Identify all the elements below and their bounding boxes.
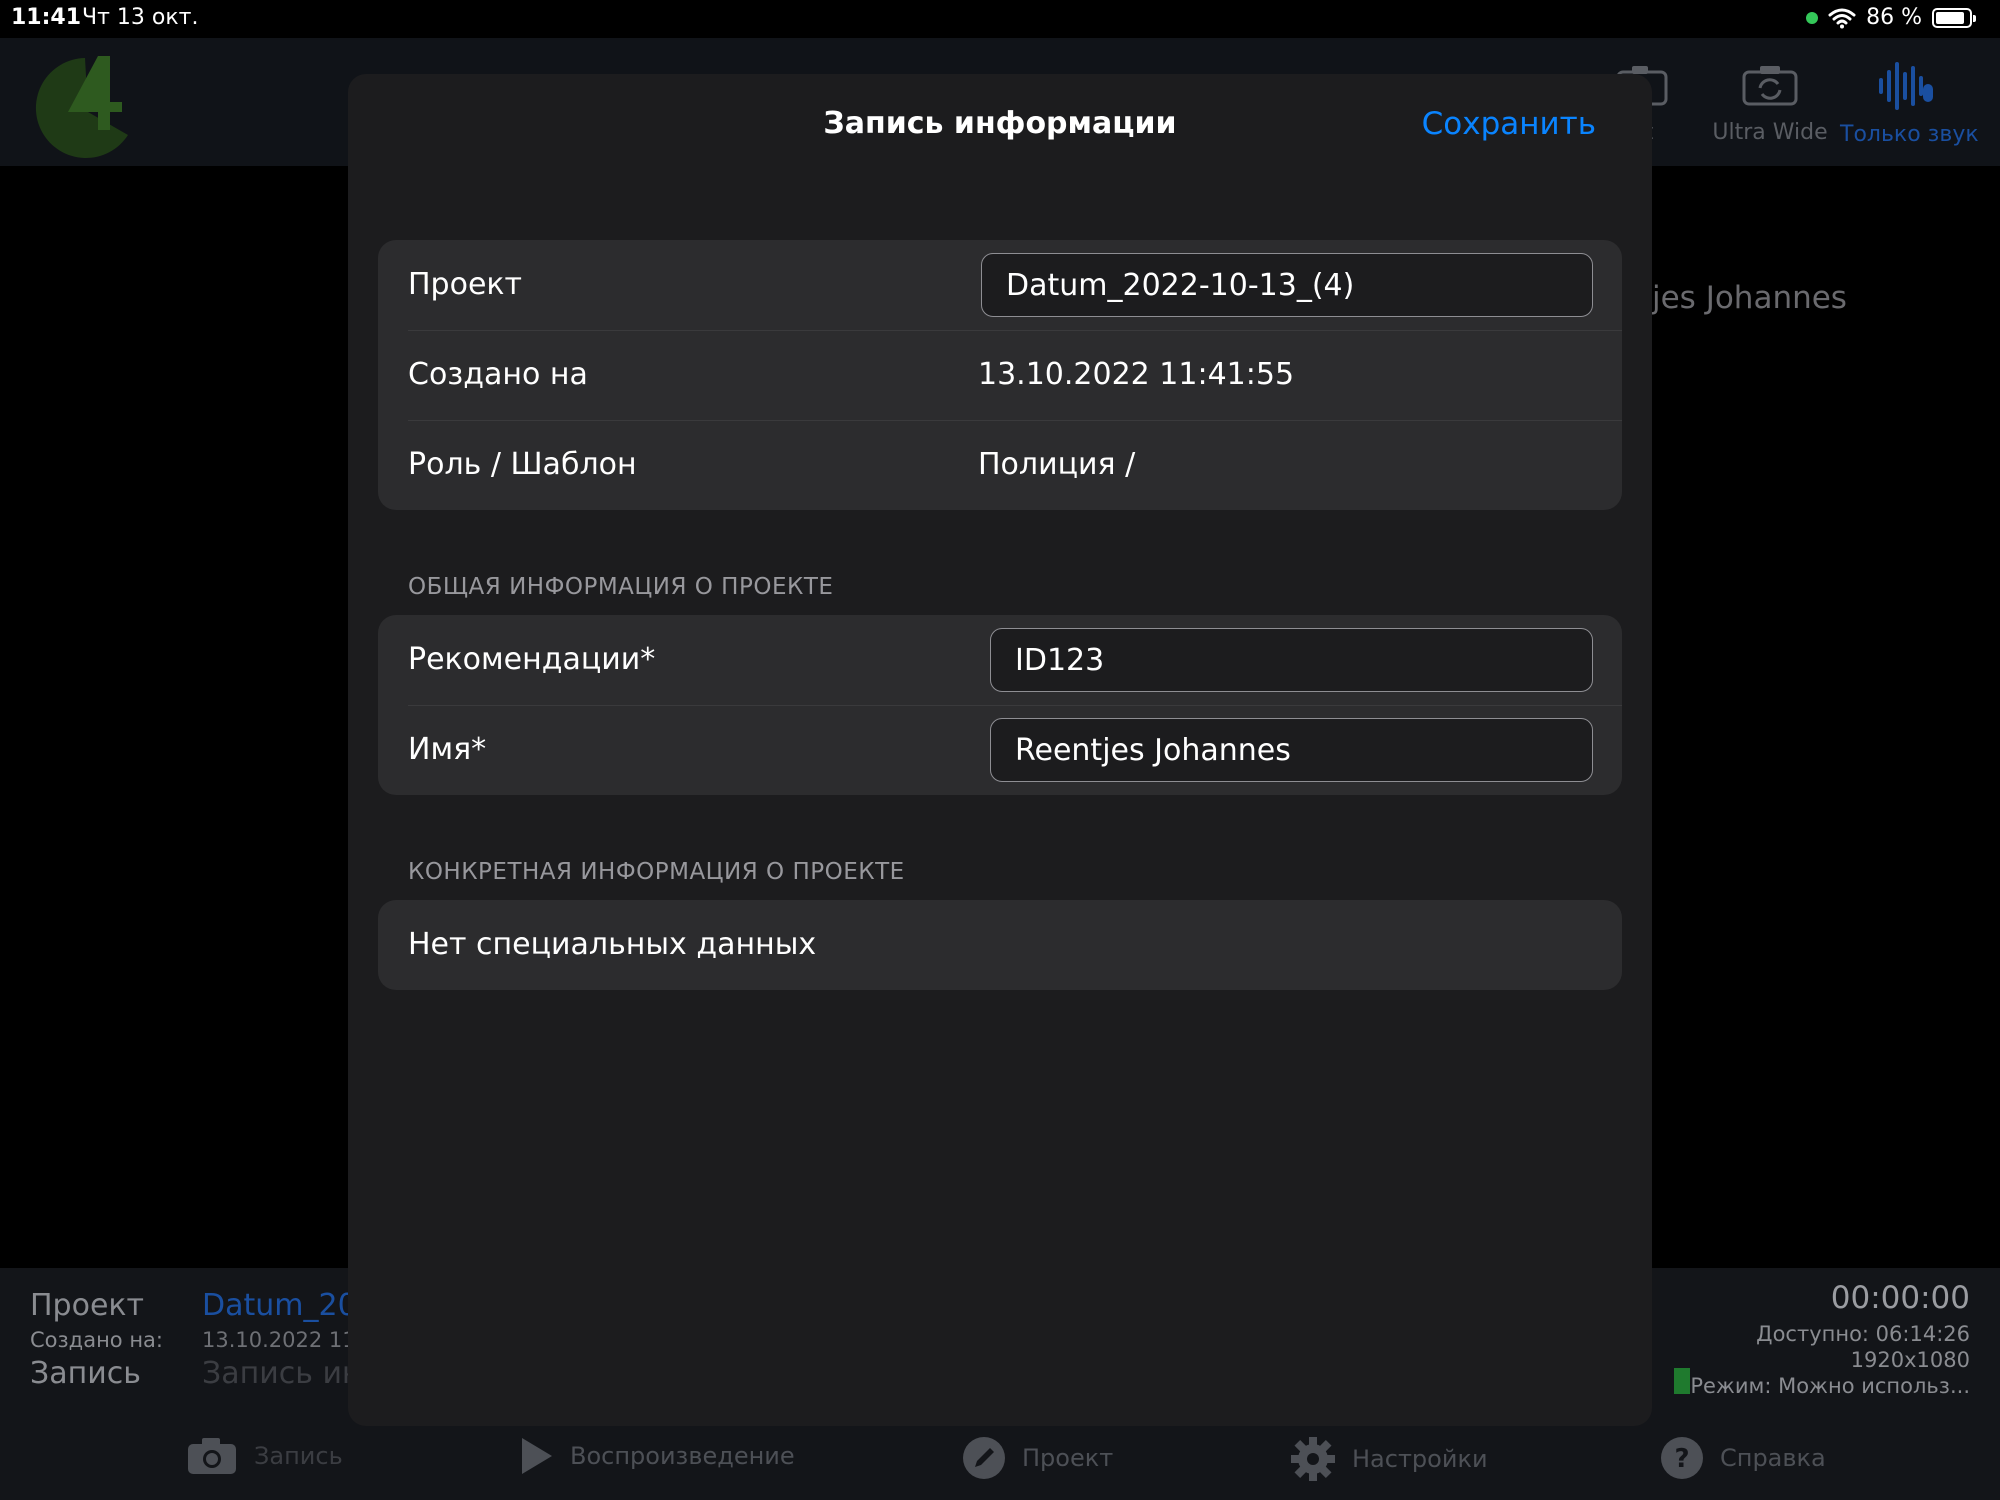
tab-playback[interactable]: Воспроизведение [520,1436,795,1476]
tab-project[interactable]: Проект [962,1436,1113,1480]
audio-only-button[interactable]: Только звук [1840,60,1979,147]
general-section-header: ОБЩАЯ ИНФОРМАЦИЯ О ПРОЕКТЕ [408,574,834,600]
name-row: Имя* [378,705,1622,795]
audio-only-label: Только звук [1840,122,1979,147]
project-label: Проект [408,267,523,302]
gear-icon [1291,1437,1335,1481]
name-label: Имя* [408,732,487,767]
tab-playback-label: Воспроизведение [570,1442,795,1470]
created-label: Создано на [408,357,588,392]
general-info-group: Рекомендации* Имя* [378,615,1622,795]
timer: 00:00:00 [1830,1280,1970,1316]
resolution: 1920x1080 [1850,1348,1970,1372]
save-button[interactable]: Сохранить [1422,106,1596,142]
ultra-wide-button[interactable]: Ultra Wide [1712,60,1828,145]
specific-section-header: КОНКРЕТНАЯ ИНФОРМАЦИЯ О ПРОЕКТЕ [408,859,905,885]
no-data-text: Нет специальных данных [408,927,817,962]
svg-text:?: ? [1674,1444,1689,1474]
project-input[interactable] [981,253,1593,317]
recommendations-row: Рекомендации* [378,615,1622,705]
play-icon [522,1438,552,1474]
pencil-icon [963,1437,1005,1479]
role-value: Полиция / [978,447,1136,482]
status-bar: 11:41 Чт 13 окт. 86 % [0,0,2000,38]
status-time: 11:41 [11,5,82,30]
record-info-modal: Запись информации Сохранить Проект Созда… [348,74,1652,1426]
bottom-project-label: Проект [30,1288,145,1323]
camera-in-use-icon [1806,11,1819,24]
app-logo [35,56,128,158]
question-icon: ? [1661,1437,1703,1479]
audio-waveform-icon [1879,62,1933,110]
camera-icon [188,1438,236,1474]
specific-info-group: Нет специальных данных [378,900,1622,990]
bottom-project-value[interactable]: Datum_20 [202,1288,357,1323]
available-time: Доступно: 06:14:26 [1756,1322,1970,1346]
status-indicators: 86 % [1806,5,1976,30]
bottom-record-value: Запись ин [202,1356,362,1391]
status-date: Чт 13 окт. [82,5,199,30]
battery-icon [1932,7,1976,28]
camera-rotate-icon [1742,66,1798,106]
created-value: 13.10.2022 11:41:55 [978,357,1295,392]
created-row: Создано на 13.10.2022 11:41:55 [378,330,1622,420]
project-info-group: Проект Создано на 13.10.2022 11:41:55 Ро… [378,240,1622,510]
tab-record-label: Запись [254,1442,343,1470]
battery-percent: 86 % [1866,5,1922,30]
project-row: Проект [378,240,1622,330]
mode-text: Режим: Можно использ... [1690,1374,1970,1398]
tab-settings-label: Настройки [1352,1445,1488,1473]
ultra-wide-label: Ultra Wide [1712,120,1828,145]
name-input[interactable] [990,718,1593,782]
tab-settings[interactable]: Настройки [1290,1436,1488,1482]
role-label: Роль / Шаблон [408,447,637,482]
role-row: Роль / Шаблон Полиция / [378,420,1622,510]
mode-indicator [1674,1368,1690,1394]
recommendations-input[interactable] [990,628,1593,692]
wifi-icon [1828,8,1856,28]
recommendations-label: Рекомендации* [408,642,656,677]
bottom-record-label: Запись [30,1356,141,1391]
tab-help[interactable]: ? Справка [1660,1436,1826,1480]
tab-help-label: Справка [1720,1444,1826,1472]
bottom-created-value: 13.10.2022 11: [202,1328,363,1352]
tab-project-label: Проект [1022,1444,1114,1472]
tab-record[interactable]: Запись [186,1436,343,1476]
bottom-created-label: Создано на: [30,1328,163,1352]
background-name-text: jes Johannes [1652,280,1847,316]
empty-row: Нет специальных данных [378,900,1622,990]
